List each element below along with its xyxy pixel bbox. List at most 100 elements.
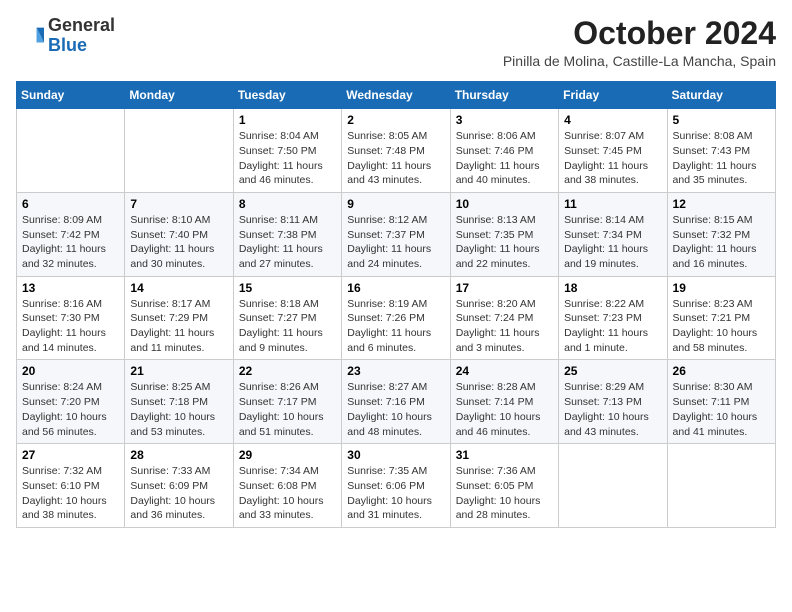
calendar-week-1: 1 Sunrise: 8:04 AM Sunset: 7:50 PM Daylig… <box>17 109 776 193</box>
calendar-cell: 16Sunrise: 8:19 AM Sunset: 7:26 PM Dayli… <box>342 276 450 360</box>
day-info: Sunrise: 8:05 AM Sunset: 7:48 PM Dayligh… <box>347 129 444 188</box>
day-number: 12 <box>673 197 770 211</box>
day-info: Sunrise: 8:12 AM Sunset: 7:37 PM Dayligh… <box>347 213 444 272</box>
day-info: Sunrise: 8:13 AM Sunset: 7:35 PM Dayligh… <box>456 213 553 272</box>
calendar-cell <box>125 109 233 193</box>
day-info: Sunrise: 7:33 AM Sunset: 6:09 PM Dayligh… <box>130 464 227 523</box>
calendar-cell: 11Sunrise: 8:14 AM Sunset: 7:34 PM Dayli… <box>559 192 667 276</box>
day-number: 2 <box>347 113 444 127</box>
day-number: 21 <box>130 364 227 378</box>
day-number: 7 <box>130 197 227 211</box>
day-number: 27 <box>22 448 119 462</box>
day-info: Sunrise: 8:19 AM Sunset: 7:26 PM Dayligh… <box>347 297 444 356</box>
day-info: Sunrise: 7:34 AM Sunset: 6:08 PM Dayligh… <box>239 464 336 523</box>
calendar-cell: 26Sunrise: 8:30 AM Sunset: 7:11 PM Dayli… <box>667 360 775 444</box>
day-number: 29 <box>239 448 336 462</box>
calendar-cell: 5Sunrise: 8:08 AM Sunset: 7:43 PM Daylig… <box>667 109 775 193</box>
weekday-header-saturday: Saturday <box>667 82 775 109</box>
logo-text: General Blue <box>48 16 115 56</box>
calendar-cell: 28 Sunrise: 7:33 AM Sunset: 6:09 PM Dayli… <box>125 444 233 528</box>
day-number: 17 <box>456 281 553 295</box>
calendar-cell: 12 Sunrise: 8:15 AM Sunset: 7:32 PM Dayli… <box>667 192 775 276</box>
calendar-cell: 23Sunrise: 8:27 AM Sunset: 7:16 PM Dayli… <box>342 360 450 444</box>
day-info: Sunrise: 8:22 AM Sunset: 7:23 PM Dayligh… <box>564 297 661 356</box>
day-number: 14 <box>130 281 227 295</box>
day-info: Sunrise: 8:04 AM Sunset: 7:50 PM Dayligh… <box>239 129 336 188</box>
calendar-week-2: 6 Sunrise: 8:09 AM Sunset: 7:42 PM Daylig… <box>17 192 776 276</box>
calendar-cell: 25Sunrise: 8:29 AM Sunset: 7:13 PM Dayli… <box>559 360 667 444</box>
logo-general: General <box>48 15 115 35</box>
calendar-cell: 29 Sunrise: 7:34 AM Sunset: 6:08 PM Dayli… <box>233 444 341 528</box>
day-number: 4 <box>564 113 661 127</box>
weekday-header-thursday: Thursday <box>450 82 558 109</box>
day-info: Sunrise: 8:07 AM Sunset: 7:45 PM Dayligh… <box>564 129 661 188</box>
day-number: 13 <box>22 281 119 295</box>
day-info: Sunrise: 8:10 AM Sunset: 7:40 PM Dayligh… <box>130 213 227 272</box>
calendar-cell: 27 Sunrise: 7:32 AM Sunset: 6:10 PM Dayli… <box>17 444 125 528</box>
day-number: 8 <box>239 197 336 211</box>
calendar-cell: 20Sunrise: 8:24 AM Sunset: 7:20 PM Dayli… <box>17 360 125 444</box>
day-number: 24 <box>456 364 553 378</box>
day-number: 5 <box>673 113 770 127</box>
calendar-cell: 10 Sunrise: 8:13 AM Sunset: 7:35 PM Dayli… <box>450 192 558 276</box>
day-number: 3 <box>456 113 553 127</box>
calendar-cell: 6 Sunrise: 8:09 AM Sunset: 7:42 PM Daylig… <box>17 192 125 276</box>
day-info: Sunrise: 8:16 AM Sunset: 7:30 PM Dayligh… <box>22 297 119 356</box>
weekday-header-monday: Monday <box>125 82 233 109</box>
weekday-header-row: SundayMondayTuesdayWednesdayThursdayFrid… <box>17 82 776 109</box>
calendar-cell: 2 Sunrise: 8:05 AM Sunset: 7:48 PM Daylig… <box>342 109 450 193</box>
calendar-cell: 19Sunrise: 8:23 AM Sunset: 7:21 PM Dayli… <box>667 276 775 360</box>
calendar-cell: 18 Sunrise: 8:22 AM Sunset: 7:23 PM Dayli… <box>559 276 667 360</box>
day-number: 31 <box>456 448 553 462</box>
calendar-cell: 8 Sunrise: 8:11 AM Sunset: 7:38 PM Daylig… <box>233 192 341 276</box>
calendar-cell <box>17 109 125 193</box>
calendar-cell: 30Sunrise: 7:35 AM Sunset: 6:06 PM Dayli… <box>342 444 450 528</box>
calendar-week-3: 13 Sunrise: 8:16 AM Sunset: 7:30 PM Dayli… <box>17 276 776 360</box>
calendar-cell: 3 Sunrise: 8:06 AM Sunset: 7:46 PM Daylig… <box>450 109 558 193</box>
day-info: Sunrise: 8:09 AM Sunset: 7:42 PM Dayligh… <box>22 213 119 272</box>
calendar-cell: 24 Sunrise: 8:28 AM Sunset: 7:14 PM Dayli… <box>450 360 558 444</box>
calendar-week-4: 20Sunrise: 8:24 AM Sunset: 7:20 PM Dayli… <box>17 360 776 444</box>
calendar-cell: 14 Sunrise: 8:17 AM Sunset: 7:29 PM Dayli… <box>125 276 233 360</box>
calendar-cell: 1 Sunrise: 8:04 AM Sunset: 7:50 PM Daylig… <box>233 109 341 193</box>
calendar-cell <box>559 444 667 528</box>
day-info: Sunrise: 8:27 AM Sunset: 7:16 PM Dayligh… <box>347 380 444 439</box>
day-info: Sunrise: 8:28 AM Sunset: 7:14 PM Dayligh… <box>456 380 553 439</box>
calendar-cell: 17 Sunrise: 8:20 AM Sunset: 7:24 PM Dayli… <box>450 276 558 360</box>
calendar-cell: 22Sunrise: 8:26 AM Sunset: 7:17 PM Dayli… <box>233 360 341 444</box>
calendar-table: SundayMondayTuesdayWednesdayThursdayFrid… <box>16 81 776 528</box>
day-number: 9 <box>347 197 444 211</box>
day-info: Sunrise: 7:36 AM Sunset: 6:05 PM Dayligh… <box>456 464 553 523</box>
day-info: Sunrise: 8:25 AM Sunset: 7:18 PM Dayligh… <box>130 380 227 439</box>
weekday-header-friday: Friday <box>559 82 667 109</box>
day-info: Sunrise: 8:15 AM Sunset: 7:32 PM Dayligh… <box>673 213 770 272</box>
page-header: General Blue October 2024 Pinilla de Mol… <box>16 16 776 69</box>
calendar-cell: 7 Sunrise: 8:10 AM Sunset: 7:40 PM Daylig… <box>125 192 233 276</box>
calendar-cell: 21 Sunrise: 8:25 AM Sunset: 7:18 PM Dayli… <box>125 360 233 444</box>
calendar-cell <box>667 444 775 528</box>
day-info: Sunrise: 8:11 AM Sunset: 7:38 PM Dayligh… <box>239 213 336 272</box>
day-info: Sunrise: 8:06 AM Sunset: 7:46 PM Dayligh… <box>456 129 553 188</box>
calendar-cell: 9 Sunrise: 8:12 AM Sunset: 7:37 PM Daylig… <box>342 192 450 276</box>
day-number: 19 <box>673 281 770 295</box>
day-number: 28 <box>130 448 227 462</box>
month-title: October 2024 <box>503 16 776 51</box>
day-info: Sunrise: 8:18 AM Sunset: 7:27 PM Dayligh… <box>239 297 336 356</box>
day-number: 15 <box>239 281 336 295</box>
day-number: 10 <box>456 197 553 211</box>
calendar-week-5: 27 Sunrise: 7:32 AM Sunset: 6:10 PM Dayli… <box>17 444 776 528</box>
day-number: 11 <box>564 197 661 211</box>
day-info: Sunrise: 8:17 AM Sunset: 7:29 PM Dayligh… <box>130 297 227 356</box>
calendar-cell: 13 Sunrise: 8:16 AM Sunset: 7:30 PM Dayli… <box>17 276 125 360</box>
calendar-cell: 4 Sunrise: 8:07 AM Sunset: 7:45 PM Daylig… <box>559 109 667 193</box>
weekday-header-tuesday: Tuesday <box>233 82 341 109</box>
calendar-cell: 31 Sunrise: 7:36 AM Sunset: 6:05 PM Dayli… <box>450 444 558 528</box>
logo-icon <box>16 22 44 50</box>
day-info: Sunrise: 8:26 AM Sunset: 7:17 PM Dayligh… <box>239 380 336 439</box>
day-info: Sunrise: 7:32 AM Sunset: 6:10 PM Dayligh… <box>22 464 119 523</box>
day-number: 6 <box>22 197 119 211</box>
day-number: 1 <box>239 113 336 127</box>
day-number: 18 <box>564 281 661 295</box>
day-number: 25 <box>564 364 661 378</box>
day-info: Sunrise: 8:20 AM Sunset: 7:24 PM Dayligh… <box>456 297 553 356</box>
